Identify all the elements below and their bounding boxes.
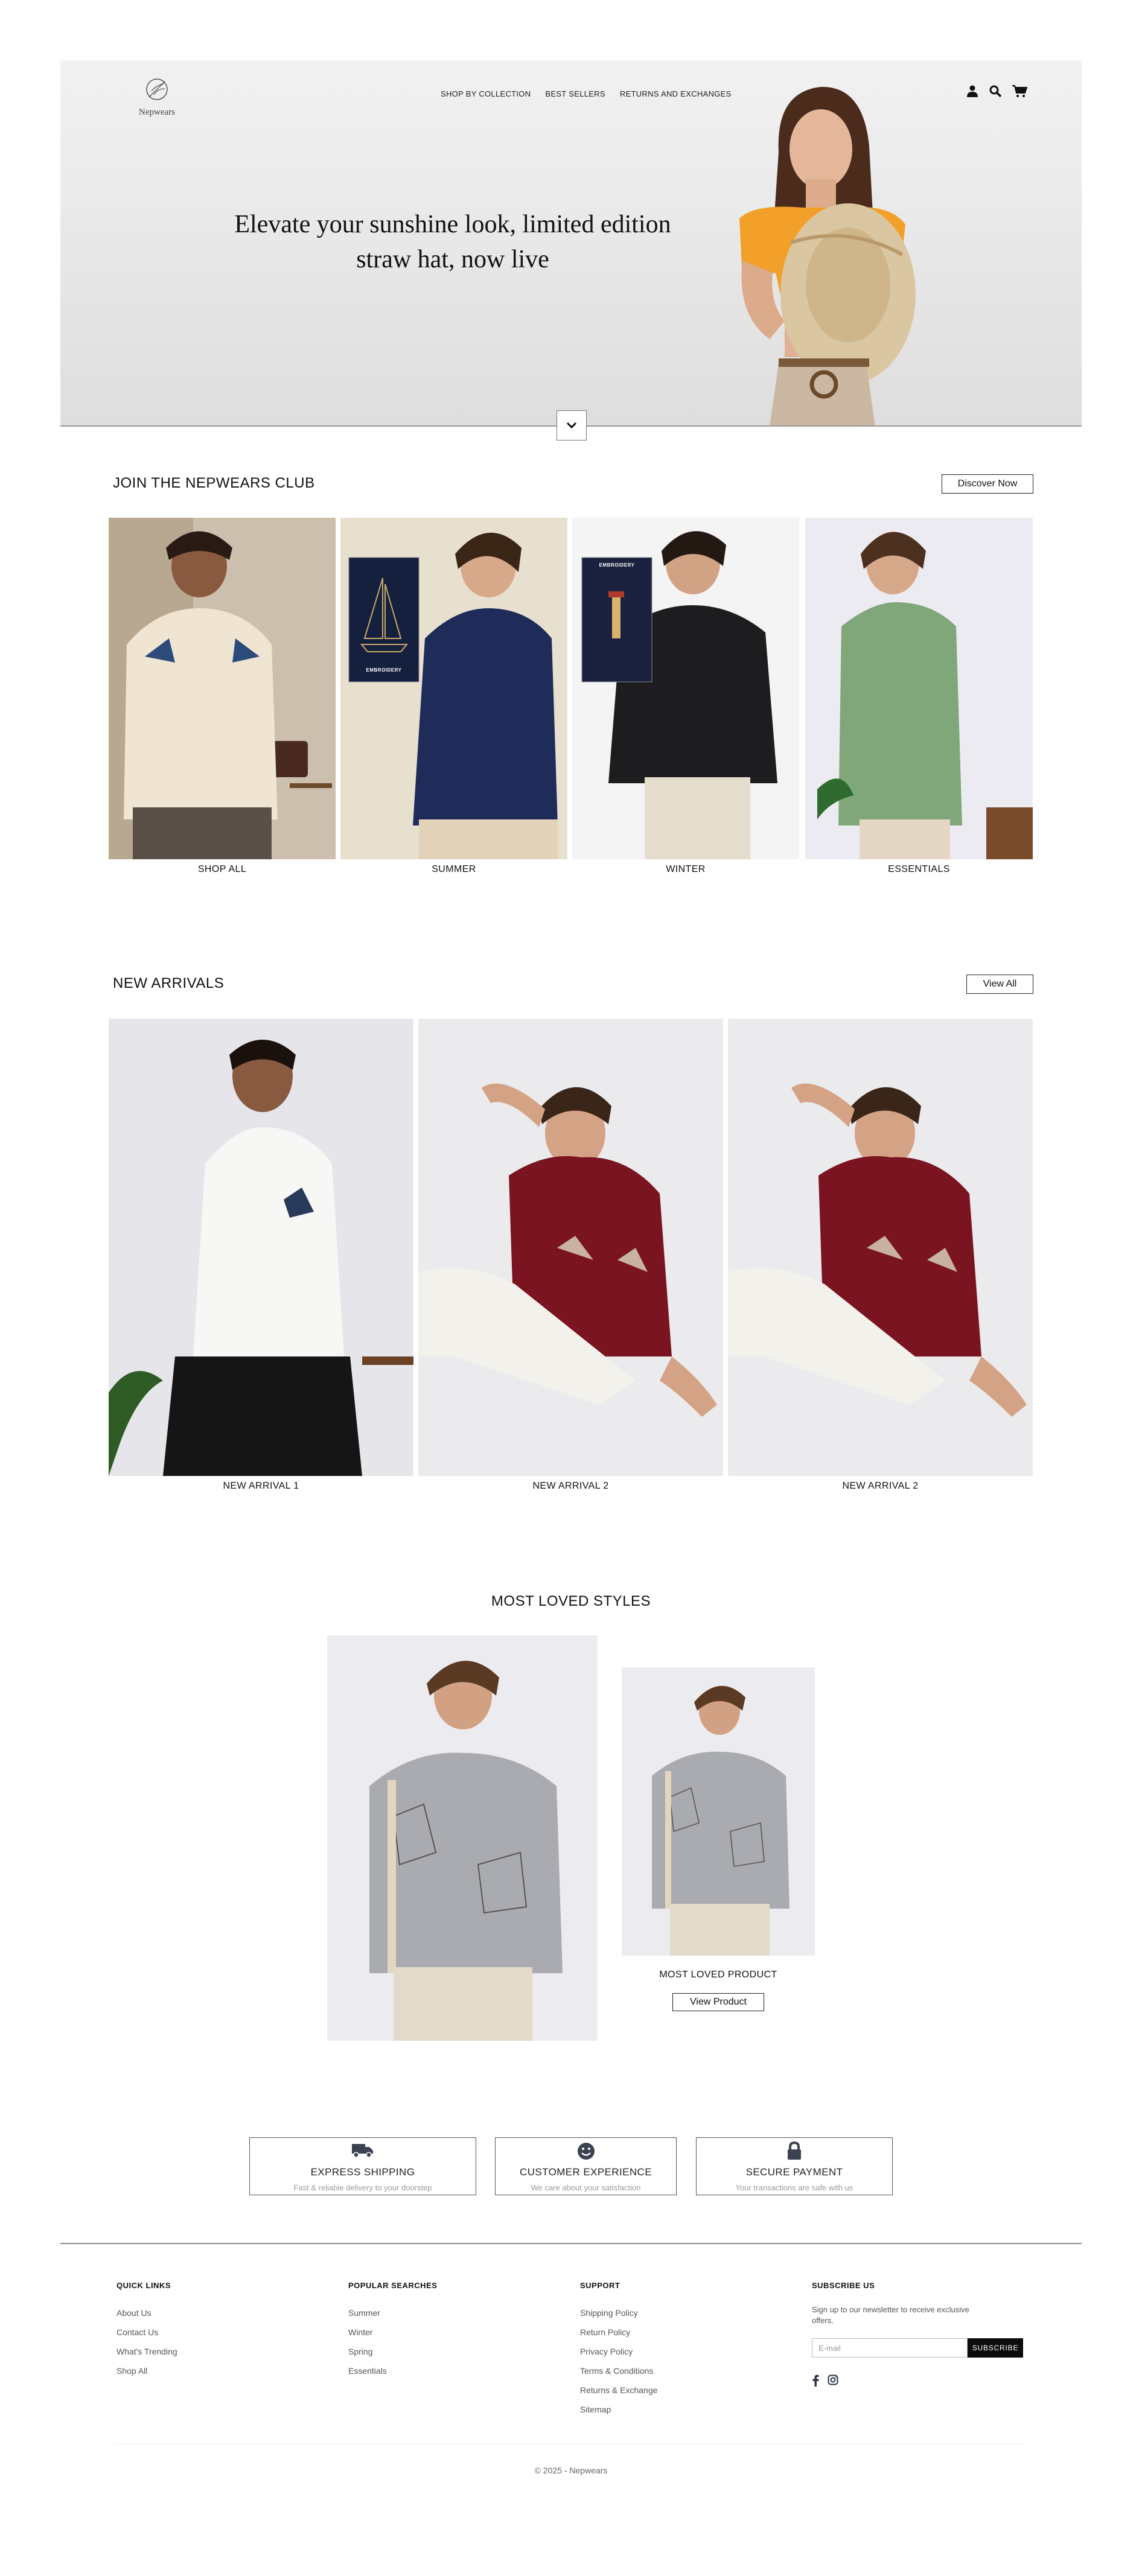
- arrival-caption-3: NEW ARRIVAL 2: [842, 1481, 919, 1491]
- footer-link-about-us[interactable]: About Us: [116, 2303, 298, 2323]
- logo-icon: [146, 78, 168, 100]
- footer-link-returns-exchange[interactable]: Returns & Exchange: [580, 2380, 761, 2400]
- footer-link-return-policy[interactable]: Return Policy: [580, 2323, 761, 2342]
- new-arrivals-title: NEW ARRIVALS: [113, 975, 225, 991]
- footer-popular-searches: POPULAR SEARCHES Summer Winter Spring Es…: [348, 2281, 529, 2380]
- brand-logo[interactable]: Nepwears: [124, 75, 190, 118]
- arrival-tile-3[interactable]: [728, 1019, 1033, 1476]
- embroidery-card: [348, 557, 419, 682]
- arrival-tile-2[interactable]: [418, 1019, 723, 1476]
- hero-banner: Nepwears SHOP BY COLLECTION BEST SELLERS…: [60, 60, 1082, 427]
- view-all-button[interactable]: View All: [966, 975, 1033, 994]
- arrival-caption-2: NEW ARRIVAL 2: [532, 1481, 609, 1491]
- winter-tag: EMBROIDERY: [599, 562, 635, 568]
- feature-subtitle: Your transactions are safe with us: [735, 2183, 853, 2192]
- arrival-caption-1: NEW ARRIVAL 1: [223, 1481, 299, 1491]
- winter-image: [572, 518, 799, 859]
- essentials-image: [805, 518, 1033, 859]
- footer-quick-links: QUICK LINKS About Us Contact Us What's T…: [116, 2281, 298, 2380]
- nav-best-sellers[interactable]: BEST SELLERS: [545, 89, 605, 98]
- club-caption-winter: WINTER: [666, 864, 706, 874]
- most-loved-title: MOST LOVED STYLES: [491, 1593, 651, 1609]
- feature-secure-payment: SECURE PAYMENT Your transactions are saf…: [696, 2137, 893, 2195]
- user-icon[interactable]: [966, 84, 979, 98]
- shop-all-image: [109, 518, 336, 859]
- summer-image: [340, 518, 567, 859]
- feature-title: SECURE PAYMENT: [745, 2166, 843, 2178]
- footer-link-spring[interactable]: Spring: [348, 2342, 529, 2361]
- scroll-down-button[interactable]: [557, 410, 587, 440]
- facebook-icon[interactable]: [812, 2374, 819, 2387]
- subscribe-title: SUBSCRIBE US: [812, 2281, 875, 2290]
- most-loved-product-image[interactable]: [622, 1667, 815, 1956]
- arrival-1-image: [109, 1019, 413, 1476]
- header-icons: [966, 84, 1027, 98]
- club-caption-essentials: ESSENTIALS: [888, 864, 950, 874]
- footer-link-terms-conditions[interactable]: Terms & Conditions: [580, 2361, 761, 2380]
- most-loved-large-image: [327, 1635, 598, 2041]
- footer-link-essentials[interactable]: Essentials: [348, 2361, 529, 2380]
- footer-link-shop-all[interactable]: Shop All: [116, 2361, 298, 2380]
- club-tile-shop-all[interactable]: [109, 518, 336, 859]
- footer-link-winter[interactable]: Winter: [348, 2323, 529, 2342]
- most-loved-product-name: MOST LOVED PRODUCT: [659, 1970, 777, 1980]
- feature-express-shipping: EXPRESS SHIPPING Fast & reliable deliver…: [249, 2137, 476, 2195]
- footer-support: SUPPORT Shipping Policy Return Policy Pr…: [580, 2281, 761, 2419]
- brand-name: Nepwears: [139, 107, 175, 117]
- nav-returns-exchanges[interactable]: RETURNS AND EXCHANGES: [620, 89, 732, 98]
- chevron-down-icon: [566, 422, 577, 429]
- feature-subtitle: We care about your satisfaction: [531, 2183, 641, 2192]
- hero-model-image: [739, 86, 916, 425]
- hero-headline-line1: Elevate your sunshine look, limited edit…: [234, 211, 671, 238]
- footer-link-contact-us[interactable]: Contact Us: [116, 2323, 298, 2342]
- most-loved-small-image: [622, 1667, 815, 1956]
- summer-tag: EMBROIDERY: [366, 667, 402, 673]
- feature-subtitle: Fast & reliable delivery to your doorste…: [293, 2183, 432, 2192]
- footer-link-summer[interactable]: Summer: [348, 2303, 529, 2323]
- most-loved-main-image[interactable]: [327, 1635, 598, 2041]
- feature-title: CUSTOMER EXPERIENCE: [520, 2166, 652, 2178]
- lock-icon: [788, 2141, 801, 2160]
- footer-link-sitemap[interactable]: Sitemap: [580, 2400, 761, 2419]
- smile-icon: [577, 2143, 595, 2160]
- club-caption-shop-all: SHOP ALL: [197, 864, 247, 874]
- main-nav: SHOP BY COLLECTION BEST SELLERS RETURNS …: [441, 89, 732, 98]
- club-title: JOIN THE NEPWEARS CLUB: [113, 475, 315, 491]
- arrival-3-image: [728, 1019, 1033, 1476]
- club-tile-summer[interactable]: EMBROIDERY: [340, 518, 567, 859]
- arrival-2-image: [418, 1019, 723, 1476]
- arrival-tile-1[interactable]: [109, 1019, 413, 1476]
- club-tile-winter[interactable]: EMBROIDERY: [572, 518, 799, 859]
- subscribe-email-input[interactable]: E-mail: [812, 2338, 968, 2358]
- footer-link-shipping-policy[interactable]: Shipping Policy: [580, 2303, 761, 2323]
- feature-customer-experience: CUSTOMER EXPERIENCE We care about your s…: [495, 2137, 677, 2195]
- hero-headline-line2: straw hat, now live: [356, 246, 549, 273]
- feature-title: EXPRESS SHIPPING: [310, 2166, 415, 2178]
- social-links: [812, 2374, 1029, 2387]
- footer-divider: [60, 2243, 1082, 2244]
- hero-headline: Elevate your sunshine look, limited edit…: [181, 207, 724, 277]
- truck-icon: [352, 2144, 373, 2158]
- footer-subscribe: SUBSCRIBE US Sign up to our newsletter t…: [812, 2281, 1029, 2387]
- copyright: © 2025 - Nepwears: [534, 2466, 608, 2475]
- club-caption-summer: SUMMER: [432, 864, 476, 874]
- search-icon[interactable]: [989, 84, 1002, 98]
- club-tile-essentials[interactable]: [805, 518, 1033, 859]
- quick-links-title: QUICK LINKS: [116, 2281, 171, 2290]
- subscribe-button[interactable]: SUBSCRIBE: [968, 2338, 1023, 2358]
- subscribe-text: Sign up to our newsletter to receive exc…: [812, 2305, 969, 2325]
- instagram-icon[interactable]: [828, 2374, 838, 2385]
- footer-link-privacy-policy[interactable]: Privacy Policy: [580, 2342, 761, 2361]
- popular-searches-title: POPULAR SEARCHES: [348, 2281, 438, 2290]
- support-title: SUPPORT: [580, 2281, 620, 2290]
- view-product-button[interactable]: View Product: [672, 1993, 764, 2011]
- nav-shop-by-collection[interactable]: SHOP BY COLLECTION: [441, 89, 531, 98]
- discover-now-button[interactable]: Discover Now: [942, 474, 1033, 494]
- footer-link-whats-trending[interactable]: What's Trending: [116, 2342, 298, 2361]
- cart-icon[interactable]: [1012, 84, 1027, 98]
